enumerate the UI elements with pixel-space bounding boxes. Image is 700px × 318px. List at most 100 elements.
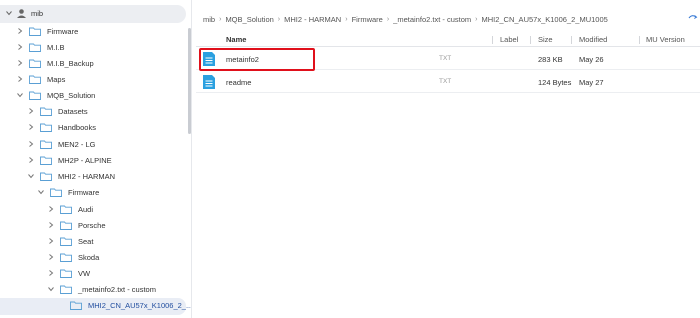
tree-item-label: Skoda xyxy=(78,252,100,262)
tree-item[interactable]: Skoda xyxy=(47,249,99,265)
tree-item-label: Porsche xyxy=(78,220,106,230)
tree-item-label: Firmware xyxy=(68,187,100,197)
chevron-right-icon: › xyxy=(219,15,222,23)
breadcrumb-current[interactable]: MHI2_CN_AU57x_K1006_2_MU1005 xyxy=(481,15,607,24)
tree-item[interactable]: MH2P - ALPINE xyxy=(27,152,112,168)
folder-icon xyxy=(60,221,72,230)
chevron-right-icon: › xyxy=(277,15,281,23)
folder-icon xyxy=(60,269,72,278)
tree-item[interactable]: Audi xyxy=(47,201,93,217)
file-size: 283 KB xyxy=(538,55,563,64)
chevron-right-icon[interactable] xyxy=(27,140,35,148)
chevron-right-icon[interactable] xyxy=(16,75,24,83)
chevron-down-icon[interactable] xyxy=(16,91,24,99)
file-table-header: Name Label Size Modified MU Version xyxy=(196,33,700,47)
tree-item-label: MHI2 - HARMAN xyxy=(58,171,116,181)
tree-item[interactable]: MHI2_CN_AU57x_K1006_2_... xyxy=(57,297,192,313)
chevron-right-icon[interactable] xyxy=(47,253,55,261)
tree-item-label: Audi xyxy=(78,204,94,214)
tree-item[interactable]: Seat xyxy=(47,233,93,249)
tree-item[interactable]: Porsche xyxy=(47,217,106,233)
chevron-down-icon[interactable] xyxy=(27,172,35,180)
chevron-right-icon[interactable] xyxy=(47,221,55,229)
file-modified: May 27 xyxy=(579,78,604,87)
chevron-down-icon[interactable] xyxy=(47,285,55,293)
file-type: TXT xyxy=(439,78,452,85)
tree-root-mib[interactable]: mib xyxy=(0,5,186,23)
tree-item[interactable]: M.I.B_Backup xyxy=(16,55,94,71)
breadcrumb-item[interactable]: MQB_Solution xyxy=(225,15,273,24)
tree-item-label: Handbooks xyxy=(58,122,96,132)
tree-item[interactable]: _metainfo2.txt - custom xyxy=(47,281,156,297)
tree-item[interactable]: Datasets xyxy=(27,103,88,119)
folder-icon xyxy=(60,285,72,294)
tree-item[interactable]: Maps xyxy=(16,71,65,87)
tree-item[interactable]: Firmware xyxy=(16,23,78,39)
tree-item[interactable]: Firmware xyxy=(37,184,99,200)
folder-icon xyxy=(60,237,72,246)
breadcrumb-item[interactable]: MHI2 - HARMAN xyxy=(284,15,341,24)
tree-item-label: MH2P - ALPINE xyxy=(58,155,112,165)
column-header-name[interactable]: Name xyxy=(226,35,246,44)
folder-icon xyxy=(29,27,41,36)
tree-item[interactable]: MHI2 - HARMAN xyxy=(27,168,115,184)
text-file-icon xyxy=(203,75,215,89)
tree-item[interactable]: MQB_Solution xyxy=(16,87,95,103)
red-annotation-box xyxy=(199,48,315,71)
column-header-modified[interactable]: Modified xyxy=(579,35,607,44)
tree-item-label: VW xyxy=(78,268,91,278)
folder-icon xyxy=(29,59,41,68)
column-divider[interactable] xyxy=(492,36,493,44)
tree-item[interactable]: VW xyxy=(47,265,90,281)
column-header-mu-version[interactable]: MU Version xyxy=(646,35,685,44)
chevron-right-icon[interactable] xyxy=(27,156,35,164)
tree-root-label: mib xyxy=(31,9,44,18)
tree-item-label: M.I.B xyxy=(47,42,65,52)
column-divider[interactable] xyxy=(639,36,640,44)
chevron-right-icon[interactable] xyxy=(16,27,24,35)
breadcrumb-item[interactable]: Firmware xyxy=(352,15,383,24)
folder-icon xyxy=(29,91,41,100)
folder-icon xyxy=(50,188,62,197)
user-icon xyxy=(17,9,26,18)
breadcrumb-item[interactable]: _metainfo2.txt - custom xyxy=(393,15,471,24)
file-size: 124 Bytes xyxy=(538,78,572,87)
tree-item-label: Maps xyxy=(47,74,66,84)
breadcrumb-item[interactable]: mib xyxy=(203,15,215,24)
folder-icon xyxy=(60,253,72,262)
folder-icon xyxy=(60,205,72,214)
chevron-right-icon[interactable] xyxy=(27,123,35,131)
chevron-right-icon: › xyxy=(386,15,390,23)
tree-item-label: Datasets xyxy=(58,106,88,116)
tree-item-label: Seat xyxy=(78,236,94,246)
folder-icon xyxy=(40,107,52,116)
tree-item-label: Firmware xyxy=(47,26,79,36)
chevron-right-icon: › xyxy=(345,15,348,23)
chevron-right-icon[interactable] xyxy=(16,43,24,51)
column-header-label[interactable]: Label xyxy=(500,35,518,44)
file-modified: May 26 xyxy=(579,55,604,64)
tree-item[interactable]: M.I.B xyxy=(16,39,65,55)
folder-icon xyxy=(40,156,52,165)
tree-item[interactable]: Handbooks xyxy=(27,119,96,135)
file-name: readme xyxy=(226,78,252,87)
folder-tree-sidebar: mib Firmware M.I.B M.I.B_Backup Maps MQB_Sol… xyxy=(0,0,192,318)
tree-item-label: MHI2_CN_AU57x_K1006_2_... xyxy=(88,300,192,310)
chevron-right-icon[interactable] xyxy=(16,59,24,67)
chevron-down-icon[interactable] xyxy=(37,188,45,196)
sidebar-scrollbar[interactable] xyxy=(188,28,191,134)
folder-icon xyxy=(40,172,52,181)
file-row[interactable]: readme TXT 124 Bytes May 27 xyxy=(196,71,700,93)
chevron-down-icon[interactable] xyxy=(5,9,13,17)
column-divider[interactable] xyxy=(530,36,531,44)
chevron-right-icon[interactable] xyxy=(47,269,55,277)
refresh-arrow-icon[interactable] xyxy=(688,14,698,22)
column-header-size[interactable]: Size xyxy=(538,35,553,44)
chevron-right-icon[interactable] xyxy=(47,205,55,213)
chevron-right-icon[interactable] xyxy=(27,107,35,115)
column-divider[interactable] xyxy=(571,36,572,44)
tree-item[interactable]: MEN2 - LG xyxy=(27,136,96,152)
folder-icon xyxy=(40,123,52,132)
chevron-right-icon[interactable] xyxy=(47,237,55,245)
tree-item-label: MEN2 - LG xyxy=(58,139,96,149)
